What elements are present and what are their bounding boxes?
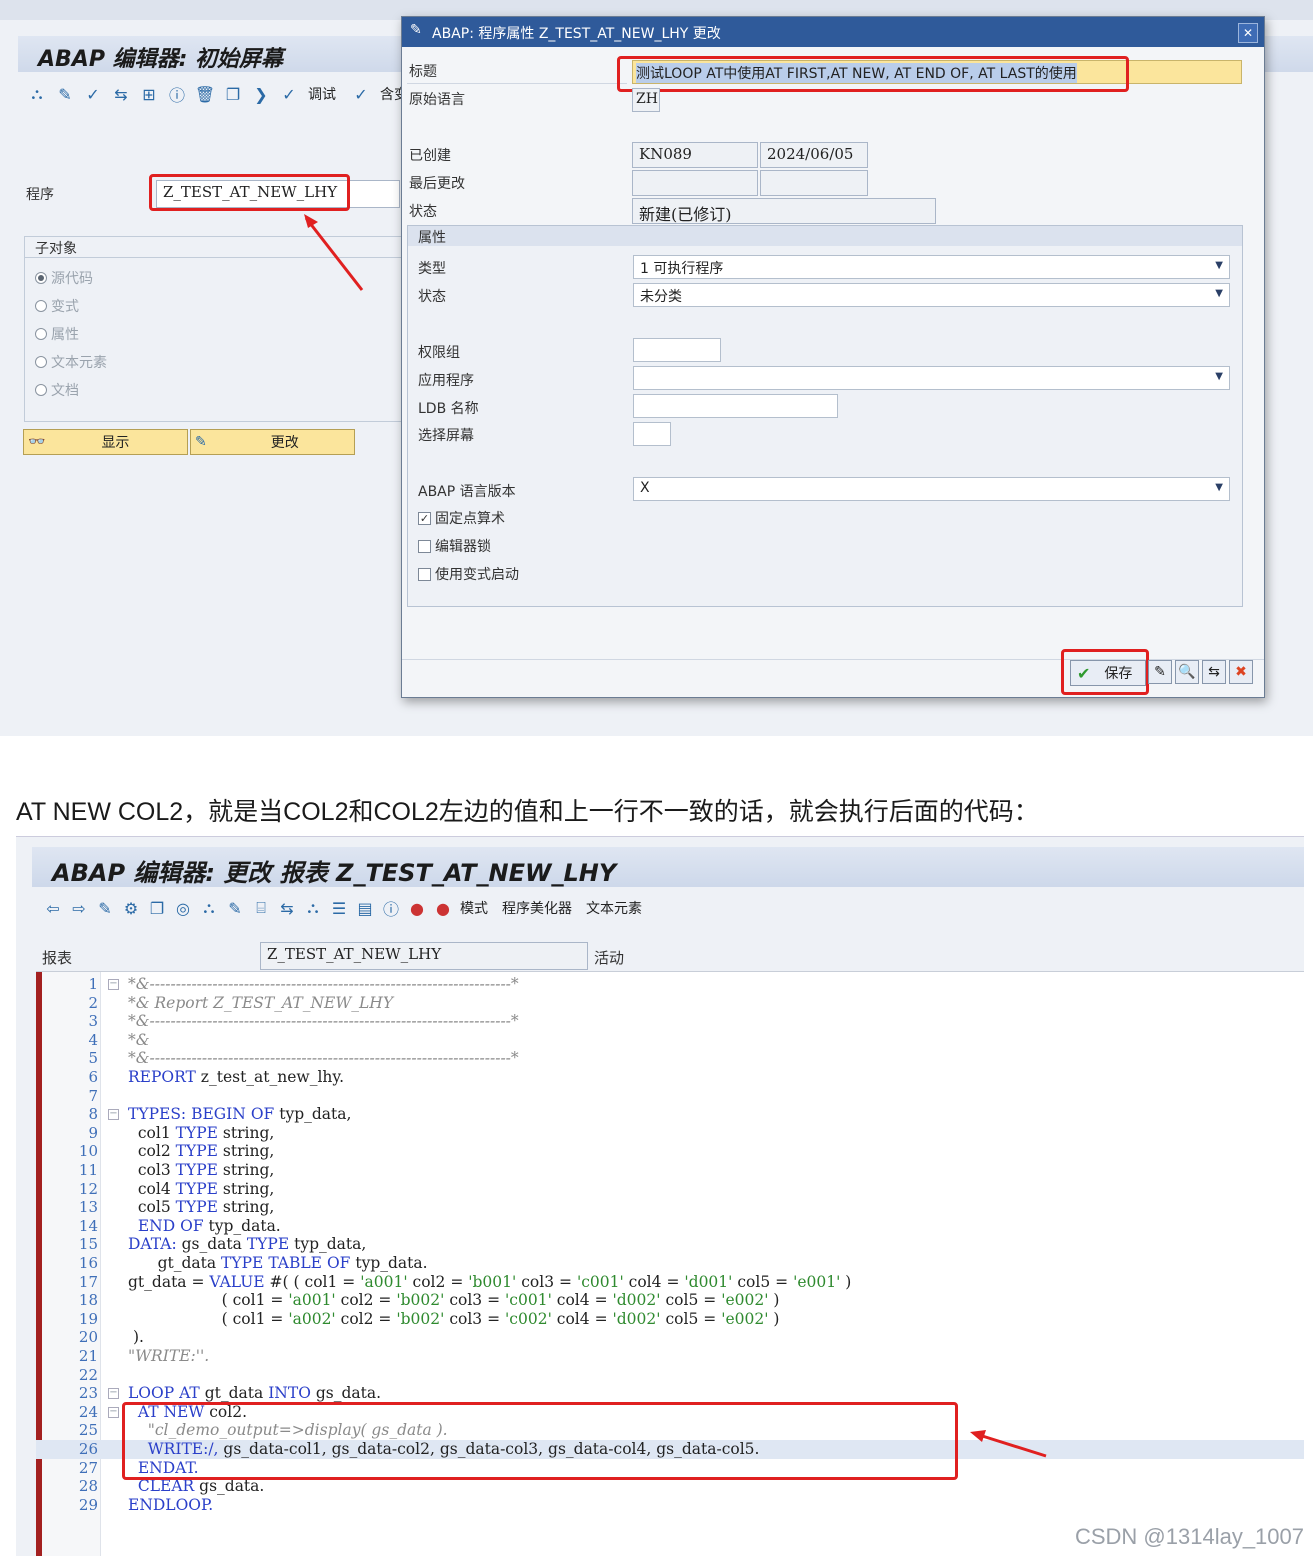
program-attributes-dialog: ✎ ABAP: 程序属性 Z_TEST_AT_NEW_LHY 更改 ✕ 标题 测… [401, 16, 1265, 698]
forward-arrow-icon[interactable]: ⇨ [68, 897, 90, 919]
tree-icon[interactable]: ⛬ [302, 897, 324, 919]
csdn-watermark: CSDN @1314lay_1007 [1074, 1524, 1304, 1549]
created-label: 已创建 [409, 148, 451, 164]
type-select[interactable]: 1 可执行程序 ▼ [633, 255, 1230, 279]
checkbox-icon [418, 567, 431, 581]
search-icon[interactable]: 🔍 [1175, 660, 1199, 684]
created-by-value: KN089 [632, 142, 758, 168]
table-icon[interactable]: ▤ [354, 897, 376, 919]
code-editor[interactable]: 1− *&------------------------------------… [36, 971, 1304, 1556]
type-select-value: 1 可执行程序 [640, 261, 724, 277]
sap-editor-screen: ABAP 编辑器: 更改 报表 Z_TEST_AT_NEW_LHY ⇦ ⇨ ✎ … [16, 836, 1304, 1556]
test-icon[interactable]: ⌸ [250, 897, 272, 919]
checkbox-editor-lock[interactable]: 编辑器锁 [418, 536, 491, 556]
arrowhead [970, 1430, 986, 1442]
sap-initial-screen: ABAP 编辑器: 初始屏幕 ⛬ ✎ ✓ ⇆ ⊞ ⓘ 🗑 ❐ ❯ ✓ 调试 ✓ … [0, 0, 1313, 736]
transfer-icon[interactable]: ⇆ [276, 897, 298, 919]
created-date-value: 2024/06/05 [760, 142, 868, 168]
transfer-icon[interactable]: ⇆ [1202, 660, 1226, 684]
chevron-down-icon: ▼ [1215, 260, 1223, 271]
last-changed-label: 最后更改 [409, 176, 465, 192]
chevron-down-icon: ▼ [1215, 288, 1223, 299]
checkbox-icon [418, 539, 431, 553]
session-breakpoint-icon[interactable]: ● [432, 897, 454, 919]
dialog-title-bar: ✎ ABAP: 程序属性 Z_TEST_AT_NEW_LHY 更改 ✕ [402, 17, 1264, 47]
checkbox-start-variant[interactable]: 使用变式启动 [418, 564, 519, 584]
ldb-label: LDB 名称 [418, 401, 479, 417]
status-label: 状态 [409, 204, 437, 220]
attributes-group: 属性 类型 1 可执行程序 ▼ 状态 未分类 ▼ 权限组 应用程序 ▼ LDB … [407, 225, 1243, 607]
cancel-icon[interactable]: ✖ [1229, 660, 1253, 684]
lang-version-value: X [640, 480, 650, 496]
active-inactive-icon[interactable]: ⚙ [120, 897, 142, 919]
title-label: 标题 [409, 64, 437, 80]
checkbox-label: 固定点算术 [435, 511, 505, 527]
editor-title-bar: ABAP 编辑器: 更改 报表 Z_TEST_AT_NEW_LHY [32, 847, 1304, 887]
close-icon[interactable]: ✕ [1238, 23, 1258, 43]
breakpoint-icon[interactable]: ● [406, 897, 428, 919]
checkbox-checked-icon: ✓ [418, 511, 431, 525]
editor-title: ABAP 编辑器: 更改 报表 Z_TEST_AT_NEW_LHY [52, 859, 617, 887]
info-icon[interactable]: ⓘ [380, 897, 402, 919]
checkbox-fixed-point[interactable]: ✓ 固定点算术 [418, 508, 505, 528]
auth-group-input[interactable] [633, 338, 721, 362]
other-object-icon[interactable]: ❐ [146, 897, 168, 919]
selection-screen-input[interactable] [633, 422, 671, 446]
lang-version-label: ABAP 语言版本 [418, 484, 516, 500]
annotation-arrows [970, 1430, 1047, 1458]
row-divider [407, 83, 627, 84]
spellcheck-icon[interactable]: ✎ [1148, 660, 1172, 684]
attr-status-label: 状态 [418, 289, 446, 305]
attributes-header: 属性 [408, 226, 1242, 246]
edit-icon: ✎ [410, 22, 422, 38]
selection-screen-label: 选择屏幕 [418, 428, 474, 444]
check-icon[interactable]: ◎ [172, 897, 194, 919]
application-label: 应用程序 [418, 373, 474, 389]
original-language-label: 原始语言 [409, 92, 465, 108]
chevron-down-icon: ▼ [1215, 371, 1223, 382]
dialog-title: ABAP: 程序属性 Z_TEST_AT_NEW_LHY 更改 [432, 26, 721, 42]
report-name-field: Z_TEST_AT_NEW_LHY [260, 942, 588, 970]
chevron-down-icon: ▼ [1215, 482, 1223, 493]
application-select[interactable]: ▼ [633, 366, 1230, 390]
hierarchy-icon[interactable]: ⛬ [198, 897, 220, 919]
toggle-display-change-icon[interactable]: ✎ [94, 897, 116, 919]
editor-toolbar: ⇦ ⇨ ✎ ⚙ ❐ ◎ ⛬ ✎ ⌸ ⇆ ⛬ ☰ ▤ ⓘ ● ● 模式 程序美化器… [42, 893, 650, 923]
pretty-printer-button[interactable]: 程序美化器 [502, 898, 572, 918]
explanation-text: AT NEW COL2，就是当COL2和COL2左边的值和上一行不一致的话，就会… [16, 798, 1039, 826]
status-select[interactable]: 未分类 ▼ [633, 283, 1230, 307]
report-status: 活动 [594, 949, 625, 967]
arrow-to-code [975, 1432, 1047, 1458]
last-changed-date-value [760, 170, 868, 196]
status-select-value: 未分类 [640, 289, 682, 305]
last-changed-by-value [632, 170, 758, 196]
original-language-value: ZH [632, 88, 660, 112]
back-arrow-icon[interactable]: ⇦ [42, 897, 64, 919]
list-icon[interactable]: ☰ [328, 897, 350, 919]
auth-group-label: 权限组 [418, 345, 460, 361]
type-label: 类型 [418, 261, 446, 277]
text-elements-button[interactable]: 文本元素 [586, 898, 642, 918]
title-highlight-box [617, 56, 1129, 92]
lang-version-select[interactable]: X ▼ [633, 477, 1230, 501]
attributes-title: 属性 [418, 230, 446, 246]
checkbox-label: 使用变式启动 [435, 567, 519, 583]
report-label: 报表 [42, 949, 73, 967]
pencil-icon[interactable]: ✎ [224, 897, 246, 919]
save-highlight-box [1061, 649, 1149, 695]
arrow-to-program [304, 217, 364, 291]
checkbox-label: 编辑器锁 [435, 539, 491, 555]
arrowhead [304, 214, 318, 228]
mode-button[interactable]: 模式 [460, 898, 488, 918]
ldb-input[interactable] [633, 394, 838, 418]
status-value: 新建(已修订) [632, 198, 936, 224]
